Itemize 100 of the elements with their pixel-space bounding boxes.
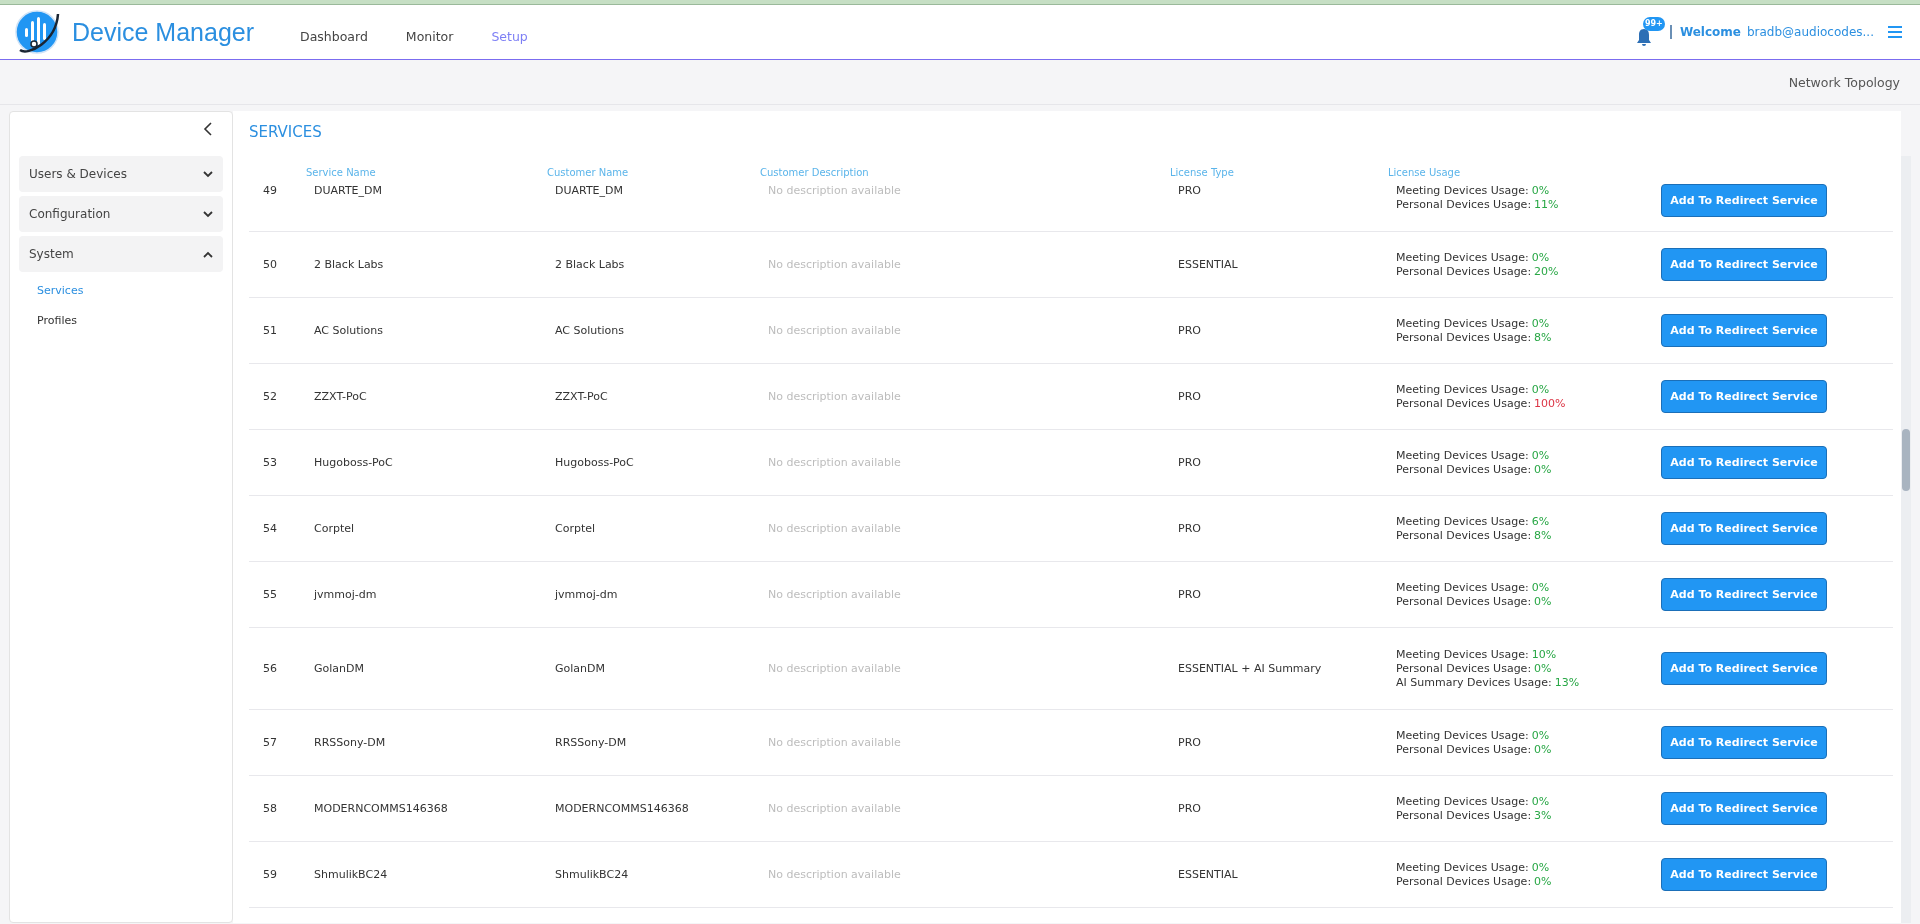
usage-label: Meeting Devices Usage: bbox=[1396, 382, 1529, 396]
menu-icon bbox=[1888, 26, 1902, 38]
table-cell-text: PRO bbox=[1177, 390, 1202, 403]
table-cell-text: DUARTE_DM bbox=[313, 184, 384, 197]
add-to-redirect-button[interactable]: Add To Redirect Service bbox=[1661, 726, 1827, 759]
add-to-redirect-button[interactable]: Add To Redirect Service bbox=[1661, 858, 1827, 891]
usage-value: 0% bbox=[1534, 661, 1552, 675]
table-cell-text: No description available bbox=[767, 662, 902, 675]
usage-label: Personal Devices Usage: bbox=[1396, 396, 1532, 410]
row-number: 53 bbox=[262, 456, 278, 469]
table-cell-text: 2 Black Labs bbox=[313, 258, 385, 271]
usage-value: 8% bbox=[1534, 330, 1552, 344]
table-cell-text: PRO bbox=[1177, 184, 1202, 197]
scrollbar[interactable] bbox=[1901, 156, 1911, 923]
table-cell-text: jvmmoj-dm bbox=[313, 588, 378, 601]
usage-label: Meeting Devices Usage: bbox=[1396, 250, 1529, 264]
usage-label: Meeting Devices Usage: bbox=[1396, 794, 1529, 808]
table-cell-text: No description available bbox=[767, 324, 902, 337]
add-to-redirect-button[interactable]: Add To Redirect Service bbox=[1661, 380, 1827, 413]
table-cell-text: PRO bbox=[1177, 324, 1202, 337]
network-topology-link[interactable]: Network Topology bbox=[1788, 74, 1900, 90]
column-header[interactable]: Customer Description bbox=[760, 166, 1170, 178]
table-cell-text: No description available bbox=[767, 736, 902, 749]
table-cell-text: MODERNCOMMS146368 bbox=[554, 802, 690, 815]
usage-label: Meeting Devices Usage: bbox=[1396, 184, 1529, 197]
add-to-redirect-button[interactable]: Add To Redirect Service bbox=[1661, 248, 1827, 281]
row-number: 59 bbox=[262, 868, 278, 881]
table-cell-text: No description available bbox=[767, 390, 902, 403]
usage-label: Personal Devices Usage: bbox=[1396, 264, 1532, 278]
row-number: 54 bbox=[262, 522, 278, 535]
table-cell-text: ESSENTIAL bbox=[1177, 868, 1239, 881]
column-header[interactable]: Customer Name bbox=[547, 166, 760, 178]
table-cell-text: Hugoboss-PoC bbox=[554, 456, 635, 469]
row-number: 49 bbox=[262, 184, 278, 197]
add-to-redirect-button[interactable]: Add To Redirect Service bbox=[1661, 578, 1827, 611]
usage-value: 0% bbox=[1531, 448, 1550, 462]
usage-label: Personal Devices Usage: bbox=[1396, 661, 1532, 675]
table-cell-text: ZZXT-PoC bbox=[554, 390, 609, 403]
nav-tab[interactable]: Dashboard bbox=[300, 28, 368, 44]
add-to-redirect-button[interactable]: Add To Redirect Service bbox=[1661, 314, 1827, 347]
usage-label: Personal Devices Usage: bbox=[1396, 742, 1532, 756]
table-cell-text: jvmmoj-dm bbox=[554, 588, 619, 601]
usage-value: 20% bbox=[1534, 264, 1559, 278]
table-cell-text: PRO bbox=[1177, 802, 1202, 815]
sidebar-item[interactable]: Profiles bbox=[19, 306, 223, 336]
add-to-redirect-button[interactable]: Add To Redirect Service bbox=[1661, 652, 1827, 685]
usage-value: 13% bbox=[1554, 675, 1580, 689]
usage-label: Personal Devices Usage: bbox=[1396, 594, 1532, 608]
table-cell-text: RRSSony-DM bbox=[554, 736, 628, 749]
row-number: 55 bbox=[262, 588, 278, 601]
usage-label: Meeting Devices Usage: bbox=[1396, 316, 1529, 330]
bell-icon bbox=[1635, 27, 1652, 47]
usage-label: Personal Devices Usage: bbox=[1396, 874, 1532, 888]
usage-value: 0% bbox=[1531, 794, 1550, 808]
sidebar-item[interactable]: Services bbox=[19, 276, 223, 306]
table-cell-text: 2 Black Labs bbox=[554, 258, 626, 271]
notification-badge: 99+ bbox=[1642, 17, 1665, 31]
usage-value: 0% bbox=[1531, 250, 1550, 264]
table-cell-text: GolanDM bbox=[554, 662, 606, 675]
sidebar-group[interactable]: System bbox=[19, 236, 223, 272]
add-to-redirect-button[interactable]: Add To Redirect Service bbox=[1661, 184, 1827, 217]
usage-label: Personal Devices Usage: bbox=[1396, 808, 1532, 822]
usage-label: AI Summary Devices Usage: bbox=[1396, 675, 1552, 689]
row-number: 57 bbox=[262, 736, 278, 749]
row-number: 52 bbox=[262, 390, 278, 403]
usage-value: 0% bbox=[1534, 594, 1552, 608]
table-cell-text: Hugoboss-PoC bbox=[313, 456, 394, 469]
usage-value: 8% bbox=[1534, 528, 1552, 542]
sidebar-group[interactable]: Users & Devices bbox=[19, 156, 223, 192]
table-cell-text: PRO bbox=[1177, 522, 1202, 535]
table-cell-text: PRO bbox=[1177, 588, 1202, 601]
nav-tab[interactable]: Setup bbox=[491, 28, 528, 44]
collapse-chevron-icon bbox=[203, 122, 213, 136]
usage-value: 0% bbox=[1531, 728, 1550, 742]
chevron-down-icon bbox=[203, 210, 213, 218]
nav-tab[interactable]: Monitor bbox=[405, 28, 454, 44]
table-cell-text: ESSENTIAL bbox=[1177, 258, 1239, 271]
chevron-up-icon bbox=[203, 250, 213, 258]
table-cell-text: No description available bbox=[767, 868, 902, 881]
table-cell-text: No description available bbox=[767, 588, 902, 601]
add-to-redirect-button[interactable]: Add To Redirect Service bbox=[1661, 792, 1827, 825]
usage-value: 0% bbox=[1534, 462, 1552, 476]
column-header[interactable]: License Type bbox=[1170, 166, 1388, 178]
page-title: SERVICES bbox=[249, 123, 323, 141]
usage-label: Meeting Devices Usage: bbox=[1396, 860, 1529, 874]
usage-value: 11% bbox=[1534, 198, 1559, 211]
table-cell-text: RRSSony-DM bbox=[313, 736, 387, 749]
usage-value: 6% bbox=[1531, 514, 1550, 528]
row-number: 56 bbox=[262, 662, 278, 675]
row-number: 58 bbox=[262, 802, 278, 815]
usage-label: Meeting Devices Usage: bbox=[1396, 514, 1529, 528]
add-to-redirect-button[interactable]: Add To Redirect Service bbox=[1661, 446, 1827, 479]
column-header[interactable]: Service Name bbox=[306, 166, 547, 178]
usage-label: Personal Devices Usage: bbox=[1396, 528, 1532, 542]
add-to-redirect-button[interactable]: Add To Redirect Service bbox=[1661, 512, 1827, 545]
user-link[interactable]: bradb@audiocodes... bbox=[1746, 25, 1874, 39]
usage-label: Meeting Devices Usage: bbox=[1396, 647, 1529, 661]
table-cell-text: PRO bbox=[1177, 456, 1202, 469]
column-header[interactable]: License Usage bbox=[1388, 166, 1661, 178]
sidebar-group[interactable]: Configuration bbox=[19, 196, 223, 232]
